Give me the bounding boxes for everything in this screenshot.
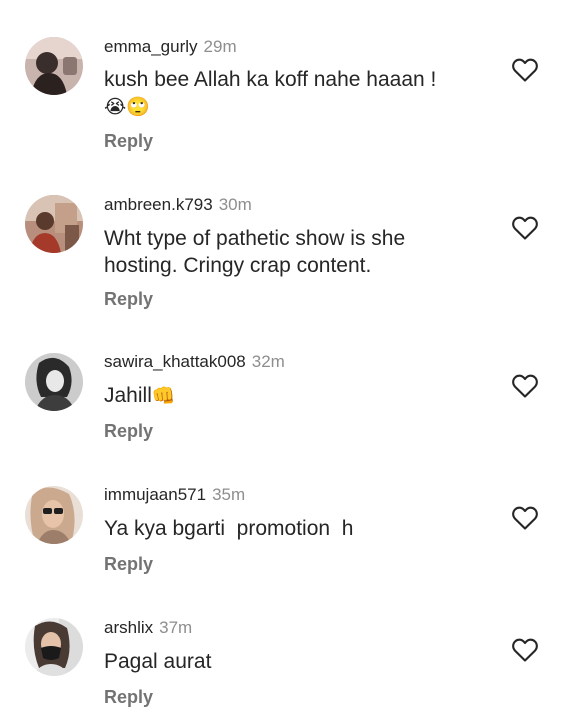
avatar-image	[25, 486, 83, 544]
comment-text: Pagal aurat	[104, 650, 212, 673]
username[interactable]: arshlix	[104, 618, 153, 637]
avatar-image	[25, 618, 83, 676]
username[interactable]: immujaan571	[104, 485, 206, 504]
comment-meta: sawira_khattak008 32m	[104, 352, 285, 372]
like-button[interactable]	[511, 373, 539, 399]
reply-button[interactable]: Reply	[104, 686, 153, 708]
reply-button[interactable]: Reply	[104, 288, 153, 310]
timestamp: 37m	[159, 618, 193, 637]
heart-outline-icon	[512, 216, 538, 240]
avatar-image	[25, 37, 83, 95]
avatar-image	[25, 195, 83, 253]
comment-meta: emma_gurly 29m	[104, 37, 237, 57]
reply-button[interactable]: Reply	[104, 130, 153, 152]
comment-body: Jahill	[104, 384, 152, 407]
username[interactable]: sawira_khattak008	[104, 352, 246, 371]
avatar[interactable]	[25, 618, 83, 676]
comment-text: kush bee Allah ka koff nahe haaan ! 😭🙄	[104, 66, 464, 121]
username[interactable]: ambreen.k793	[104, 195, 213, 214]
comment-meta: immujaan571 35m	[104, 485, 245, 505]
heart-outline-icon	[512, 58, 538, 82]
timestamp: 35m	[212, 485, 246, 504]
like-button[interactable]	[511, 57, 539, 83]
comment-emojis: 👊	[151, 385, 176, 407]
comment-text: Jahill👊	[104, 382, 464, 410]
like-button[interactable]	[511, 215, 539, 241]
timestamp: 30m	[218, 195, 252, 214]
heart-outline-icon	[512, 506, 538, 530]
like-button[interactable]	[511, 505, 539, 531]
reply-button[interactable]: Reply	[104, 553, 153, 575]
username[interactable]: emma_gurly	[104, 37, 198, 56]
comment-body: kush bee Allah ka koff nahe haaan !	[104, 68, 437, 91]
avatar[interactable]	[25, 353, 83, 411]
comment-emojis: 😭🙄	[104, 96, 150, 118]
avatar[interactable]	[25, 195, 83, 253]
avatar[interactable]	[25, 37, 83, 95]
like-button[interactable]	[511, 637, 539, 663]
comment-meta: ambreen.k793 30m	[104, 195, 252, 215]
reply-button[interactable]: Reply	[104, 420, 153, 442]
heart-outline-icon	[512, 638, 538, 662]
comment-text: Ya kya bgarti promotion h	[104, 517, 354, 540]
avatar-image	[25, 353, 83, 411]
timestamp: 29m	[203, 37, 237, 56]
comment-text: Wht type of pathetic show is she hosting…	[104, 227, 406, 277]
timestamp: 32m	[251, 352, 285, 371]
avatar[interactable]	[25, 486, 83, 544]
heart-outline-icon	[512, 374, 538, 398]
comment-meta: arshlix 37m	[104, 618, 192, 638]
